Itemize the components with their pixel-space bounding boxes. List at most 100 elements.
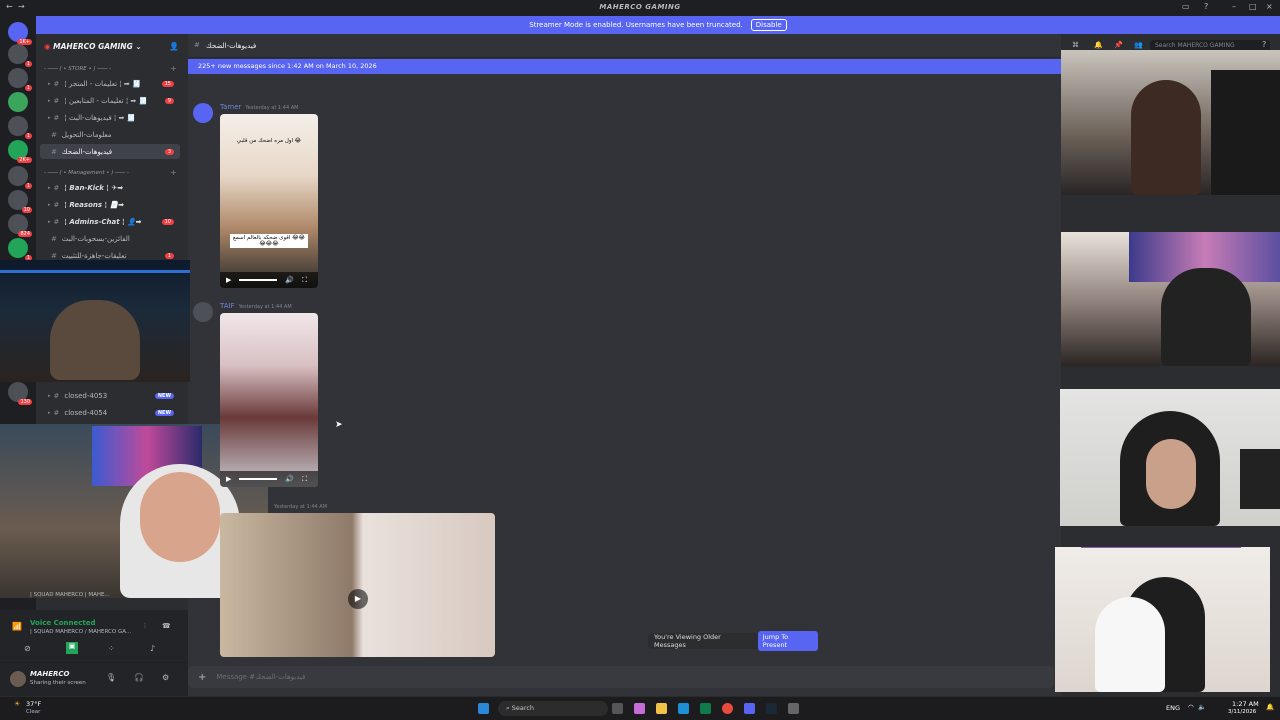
stream-title: | SQUAD MAHERCO | MAHE... — [30, 592, 110, 598]
channel-item[interactable]: ▸ # ¦ فيديوهات-البث ¦ ➡ 🧾 — [40, 110, 180, 125]
channel-item[interactable]: ▸ # closed-4054 NEW — [40, 405, 180, 420]
monitor-screen — [1240, 449, 1280, 509]
channel-item[interactable]: ▸ # ¦ تعليمات - المتجر ¦ ➡ 🧾 15 — [40, 76, 180, 91]
store-icon[interactable] — [700, 703, 711, 714]
steam-icon[interactable] — [766, 703, 777, 714]
add-member-icon[interactable]: 👤 — [169, 42, 179, 51]
server-icon[interactable]: 1 — [8, 44, 32, 67]
server-icon[interactable]: 10 — [8, 190, 32, 213]
maximize-icon[interactable]: □ — [1249, 2, 1257, 11]
server-name-header[interactable]: ◉ MAHERCO GAMING ⌄ — [44, 42, 142, 51]
banner-text: Streamer Mode is enabled. Usernames have… — [529, 21, 743, 29]
microphone-icon[interactable]: 🎙 — [106, 673, 116, 682]
avatar[interactable] — [10, 671, 26, 687]
add-attachment-icon[interactable]: + — [198, 672, 206, 683]
message-author[interactable]: Tamer Yesterday at 1:44 AM — [220, 103, 298, 111]
threads-icon[interactable]: ⌘ — [1072, 41, 1079, 49]
video-caption: اول مره اضحك من قلبي 😂 — [236, 138, 302, 144]
wifi-icon[interactable]: ◠ — [1188, 703, 1194, 711]
help-icon[interactable]: ? — [1204, 2, 1208, 11]
close-icon[interactable]: × — [1266, 2, 1273, 11]
channel-item[interactable]: # الفائزين-بسحوبات-البث — [40, 231, 180, 246]
clock-time[interactable]: 1:27 AM — [1232, 700, 1259, 708]
server-icon[interactable]: 130 — [8, 382, 32, 405]
discord-icon[interactable] — [744, 703, 755, 714]
thread-arrow-icon: ▸ — [48, 409, 51, 416]
fullscreen-icon[interactable]: ⛶ — [302, 475, 307, 484]
pin-icon[interactable]: 📌 — [1114, 41, 1123, 49]
play-icon[interactable]: ▶ — [226, 475, 231, 483]
copilot-icon[interactable] — [634, 703, 645, 714]
streamer-face — [1146, 439, 1196, 509]
message-composer[interactable]: + Message #فيديوهات-الضحك — [188, 666, 1054, 688]
file-explorer-icon[interactable] — [656, 703, 667, 714]
video-attachment[interactable]: ▶ 🔊 ⛶ — [220, 313, 318, 487]
video-attachment[interactable]: ▶ — [220, 513, 495, 657]
weather-temp: 37°F — [26, 700, 42, 708]
clock-date[interactable]: 3/11/2026 — [1228, 709, 1256, 715]
volume-slider[interactable] — [239, 279, 278, 281]
streamer-silhouette — [1095, 597, 1165, 692]
avatar[interactable] — [193, 103, 213, 123]
server-icon[interactable]: 2K+ — [8, 140, 32, 163]
settings-gear-icon[interactable] — [788, 703, 799, 714]
taskbar-search[interactable]: ⌕ Search — [498, 701, 608, 716]
add-channel-icon[interactable]: + — [170, 168, 177, 177]
message-author[interactable]: Yesterday at 1:44 AM — [270, 502, 327, 510]
activities-icon[interactable]: ⁘ — [108, 644, 115, 653]
help-icon[interactable]: ? — [1262, 40, 1266, 49]
chrome-icon[interactable] — [722, 703, 733, 714]
start-icon[interactable] — [478, 703, 489, 714]
channel-item[interactable]: ▸ # ¦ Admins-Chat ¦ 👤➡ 10 — [40, 214, 180, 229]
add-channel-icon[interactable]: + — [170, 64, 177, 73]
video-attachment[interactable]: اول مره اضحك من قلبي 😂 اقوى ضحكه بالعالم… — [220, 114, 318, 288]
headphones-icon[interactable]: 🎧 — [134, 673, 144, 682]
disconnect-icon[interactable]: ☎ — [162, 622, 171, 630]
server-icon[interactable]: 824 — [8, 214, 32, 237]
new-messages-bar[interactable]: 225+ new messages since 1:42 AM on March… — [188, 59, 1061, 74]
channel-item[interactable]: ▸ # ¦ تعليمات - المتابعين ¦ ➡ 🧾 9 — [40, 93, 180, 108]
camera-icon[interactable]: ⊘ — [24, 644, 31, 653]
task-view-icon[interactable] — [612, 703, 623, 714]
message-input[interactable]: Message #فيديوهات-الضحك — [216, 673, 305, 681]
weather-icon[interactable]: ☀ — [14, 700, 20, 708]
minimize-icon[interactable]: – — [1232, 2, 1236, 11]
channel-item[interactable]: ▸ # ¦ Reasons ¦ 📄➡ — [40, 197, 180, 212]
volume-icon[interactable]: 🔈 — [1198, 703, 1206, 711]
server-icon[interactable]: 1 — [8, 238, 32, 261]
noise-suppression-icon[interactable]: ⫶ — [144, 622, 146, 631]
edge-icon[interactable] — [678, 703, 689, 714]
notification-icon[interactable]: 🔔 — [1266, 703, 1274, 711]
language-indicator[interactable]: ENG — [1166, 704, 1180, 712]
avatar[interactable] — [193, 302, 213, 322]
server-icon[interactable]: 1K+ — [8, 22, 32, 45]
server-icon[interactable]: 1 — [8, 166, 32, 189]
channel-item[interactable]: ▸ # closed-4053 NEW — [40, 388, 180, 403]
server-icon[interactable]: 1 — [8, 68, 32, 91]
jump-to-present-button[interactable]: Jump To Present — [757, 631, 818, 651]
volume-icon[interactable]: 🔊 — [285, 276, 294, 284]
inbox-icon[interactable]: ▭ — [1182, 2, 1190, 11]
settings-gear-icon[interactable]: ⚙ — [162, 673, 169, 682]
play-icon[interactable]: ▶ — [348, 589, 368, 609]
voice-channel[interactable]: | SQUAD MAHERCO / MAHERCO GA... — [30, 629, 140, 635]
message-author[interactable]: TAIF Yesterday at 1:44 AM — [220, 302, 292, 310]
soundboard-icon[interactable]: ♪ — [150, 644, 155, 653]
category-store[interactable]: - ─── ( • STORE • ) ─── - — [44, 66, 111, 72]
server-icon[interactable] — [8, 92, 28, 112]
play-icon[interactable]: ▶ — [226, 276, 231, 284]
fullscreen-icon[interactable]: ⛶ — [302, 276, 307, 285]
category-management[interactable]: - ─── ( • Management • ) ─── - — [44, 170, 129, 176]
notification-icon[interactable]: 🔔 — [1094, 41, 1103, 49]
hash-icon: # — [51, 251, 57, 260]
volume-slider[interactable] — [239, 478, 278, 480]
channel-item[interactable]: # معلومات-التحويل — [40, 127, 180, 142]
screen-share-icon[interactable]: ▣ — [66, 642, 78, 654]
disable-streamer-mode-button[interactable]: Disable — [750, 19, 787, 31]
volume-icon[interactable]: 🔊 — [285, 475, 294, 483]
thread-arrow-icon: ▸ — [48, 201, 51, 208]
members-icon[interactable]: 👥 — [1134, 41, 1143, 49]
channel-item-active[interactable]: # فيديوهات-الضحك 3 — [40, 144, 180, 159]
channel-item[interactable]: ▸ # ¦ Ban-Kick ¦ ✈➡ — [40, 180, 180, 195]
server-icon[interactable]: 1 — [8, 116, 32, 139]
